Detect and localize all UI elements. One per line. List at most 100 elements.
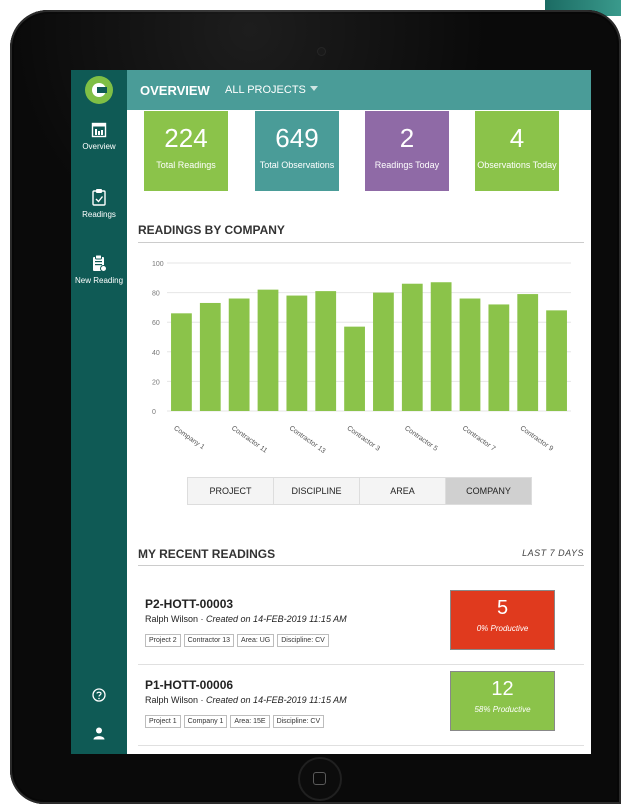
x-tick-label: Company 1 xyxy=(172,425,205,451)
reading-meta: Ralph Wilson · Created on 14-FEB-2019 11… xyxy=(145,614,347,624)
tab-company[interactable]: COMPANY xyxy=(445,477,532,505)
reading-created: Created on 14-FEB-2019 11:15 AM xyxy=(206,695,347,705)
stat-value: 649 xyxy=(275,123,319,153)
x-tick-label: Contractor 13 xyxy=(288,425,327,455)
reading-created: Created on 14-FEB-2019 11:15 AM xyxy=(206,614,347,624)
clipboard-check-icon xyxy=(92,189,106,206)
project-filter-label: ALL PROJECTS xyxy=(225,84,306,96)
chart-bar[interactable] xyxy=(459,298,481,411)
chart-bar[interactable] xyxy=(546,310,567,411)
chart-bar[interactable] xyxy=(228,298,250,411)
reading-id: P2-HOTT-00003 xyxy=(145,597,234,611)
productive-label: 0% Productive xyxy=(476,624,529,633)
sidebar-item-new-reading[interactable]: New Reading xyxy=(71,254,127,310)
divider xyxy=(138,565,584,566)
reading-tags: Project 2 Contractor 13 Area: UG Discipl… xyxy=(145,634,332,647)
readings-by-company-chart: 0 20 40 60 80 100 Company 1 Contractor 11 Contra… xyxy=(152,261,571,455)
productive-label: 58% Productive xyxy=(474,705,531,714)
sidebar-item-label: Overview xyxy=(82,142,116,151)
user-icon xyxy=(93,727,105,740)
reading-user: Ralph Wilson xyxy=(145,695,199,705)
chart-bar[interactable] xyxy=(430,282,452,411)
reading-card[interactable]: P1-HOTT-00006 Ralph Wilson · Created on … xyxy=(138,671,584,754)
x-tick-label: Contractor 5 xyxy=(403,425,439,453)
chart-bar[interactable] xyxy=(315,291,337,411)
score-badge: 5 0% Productive xyxy=(450,590,555,650)
stat-tile-total-observations[interactable]: 649 Total Observations xyxy=(255,111,339,191)
chart-bar[interactable] xyxy=(257,289,279,411)
help-button[interactable] xyxy=(71,688,127,707)
sidebar: Overview Readings New Reading xyxy=(71,70,127,754)
overview-icon xyxy=(91,122,107,138)
x-tick-label: Contractor 3 xyxy=(345,425,381,453)
sidebar-item-label: New Reading xyxy=(74,276,124,285)
divider xyxy=(138,242,584,243)
stat-label: Readings Today xyxy=(374,160,440,170)
stat-value: 224 xyxy=(164,123,208,153)
reading-tags: Project 1 Company 1 Area: 15E Discipline… xyxy=(145,715,327,728)
stat-tile-total-readings[interactable]: 224 Total Readings xyxy=(144,111,228,191)
reading-meta: Ralph Wilson · Created on 14-FEB-2019 11… xyxy=(145,695,347,705)
app-screen: Overview Readings New Reading OVERVIEW A… xyxy=(71,70,591,754)
tag: Project 1 xyxy=(145,715,181,728)
top-bar: OVERVIEW ALL PROJECTS xyxy=(127,70,591,110)
chart-bar[interactable] xyxy=(517,294,539,411)
y-tick-label: 40 xyxy=(152,350,160,357)
chart-bar[interactable] xyxy=(286,295,308,411)
y-tick-label: 60 xyxy=(152,320,160,327)
tab-discipline[interactable]: DISCIPLINE xyxy=(273,477,360,505)
chart-section-title: READINGS BY COMPANY xyxy=(138,223,285,237)
tablet-frame: Overview Readings New Reading OVERVIEW A… xyxy=(10,10,621,804)
x-tick-label: Contractor 9 xyxy=(519,425,555,453)
chart-bar[interactable] xyxy=(344,326,365,411)
chart-bar[interactable] xyxy=(488,304,510,411)
tag: Discipline: CV xyxy=(272,715,325,728)
reading-id: P1-HOTT-00006 xyxy=(145,678,234,692)
stat-tile-readings-today[interactable]: 2 Readings Today xyxy=(365,111,449,191)
tag: Company 1 xyxy=(183,715,228,728)
tab-area[interactable]: AREA xyxy=(359,477,446,505)
caret-down-icon xyxy=(309,86,318,91)
y-tick-label: 100 xyxy=(152,261,164,268)
tag: Discipline: CV xyxy=(277,634,329,647)
divider xyxy=(138,664,584,665)
camera-icon xyxy=(318,48,325,55)
score-value: 12 xyxy=(491,678,514,700)
stat-value: 2 xyxy=(399,123,415,153)
stat-label: Observations Today xyxy=(477,160,557,170)
sidebar-item-label: Readings xyxy=(82,210,116,219)
y-tick-label: 0 xyxy=(152,409,156,416)
sidebar-item-readings[interactable]: Readings xyxy=(71,188,127,244)
recent-section-title: MY RECENT READINGS xyxy=(138,547,276,561)
new-reading-icon xyxy=(93,254,107,272)
tag: Area: UG xyxy=(237,634,275,647)
tag: Project 2 xyxy=(145,634,181,647)
tag: Area: 15E xyxy=(230,715,270,728)
chart-bar[interactable] xyxy=(401,283,423,411)
tab-project[interactable]: PROJECT xyxy=(187,477,274,505)
chart-bar[interactable] xyxy=(199,302,221,411)
date-range-label[interactable]: LAST 7 DAYS xyxy=(522,548,584,558)
sidebar-item-overview[interactable]: Overview xyxy=(71,122,127,178)
page-title: OVERVIEW xyxy=(140,83,210,98)
home-button[interactable] xyxy=(298,757,342,801)
stat-value: 4 xyxy=(509,123,525,153)
y-tick-label: 20 xyxy=(152,379,160,386)
stat-tile-observations-today[interactable]: 4 Observations Today xyxy=(475,111,559,191)
tag: Contractor 13 xyxy=(183,634,235,647)
x-tick-label: Contractor 7 xyxy=(461,425,497,453)
profile-button[interactable] xyxy=(71,726,127,745)
reading-card[interactable]: P2-HOTT-00003 Ralph Wilson · Created on … xyxy=(138,590,584,677)
project-filter-dropdown[interactable]: ALL PROJECTS xyxy=(225,84,318,96)
chart-bar[interactable] xyxy=(373,292,394,411)
chart-bar[interactable] xyxy=(171,313,192,411)
group-by-selector: PROJECT DISCIPLINE AREA COMPANY xyxy=(187,477,532,505)
score-value: 5 xyxy=(496,597,509,619)
divider xyxy=(138,745,584,746)
x-tick-label: Contractor 11 xyxy=(230,425,268,455)
stat-label: Total Observations xyxy=(259,160,335,170)
app-logo[interactable] xyxy=(85,76,113,104)
score-badge: 12 58% Productive xyxy=(450,671,555,731)
reading-user: Ralph Wilson xyxy=(145,614,199,624)
help-icon xyxy=(92,688,106,702)
